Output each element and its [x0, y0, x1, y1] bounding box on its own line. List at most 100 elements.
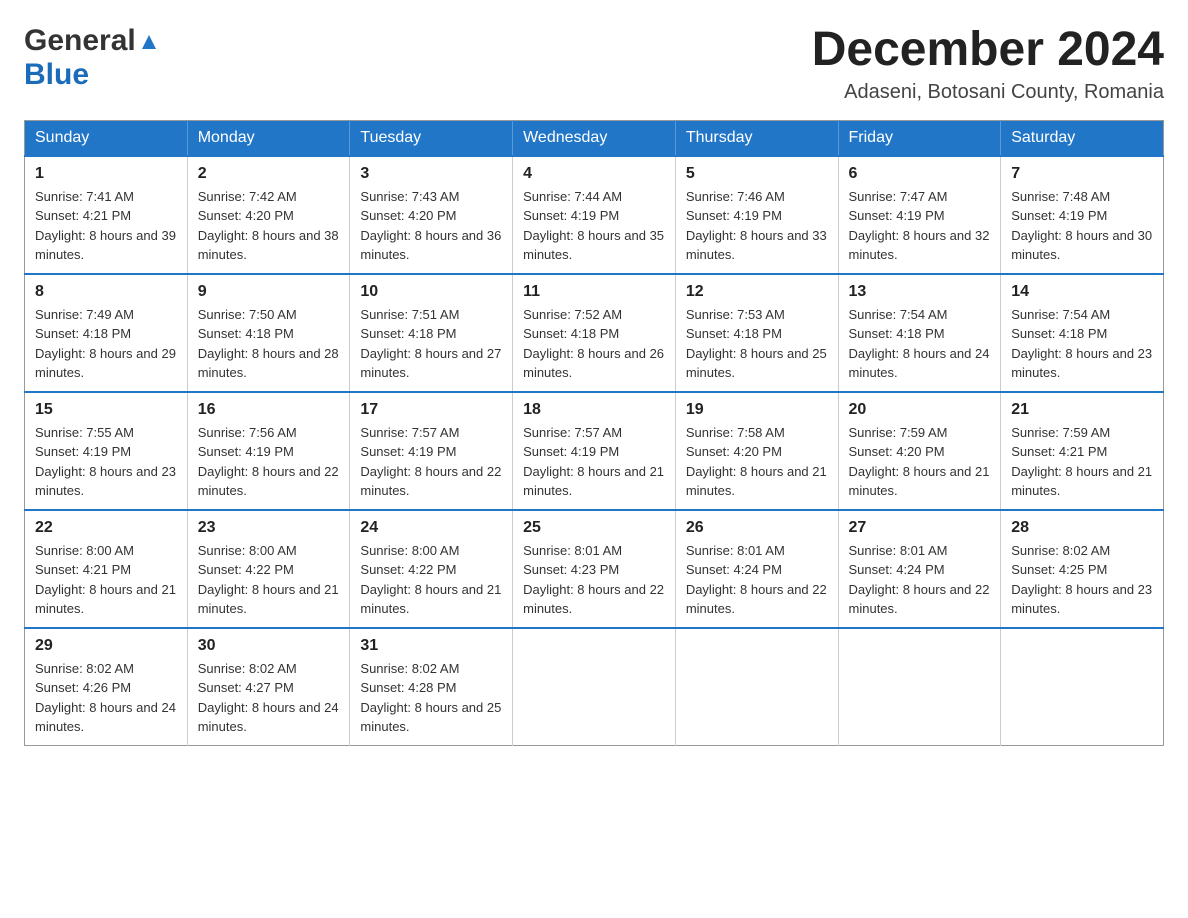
day-number: 29 — [35, 637, 177, 655]
daylight-label: Daylight: 8 hours and 22 minutes. — [849, 582, 990, 617]
day-number: 27 — [849, 519, 991, 537]
calendar-cell: 14 Sunrise: 7:54 AM Sunset: 4:18 PM Dayl… — [1001, 274, 1164, 392]
day-of-week-header-monday: Monday — [187, 120, 350, 156]
daylight-label: Daylight: 8 hours and 21 minutes. — [849, 464, 990, 499]
day-number: 7 — [1011, 165, 1153, 183]
calendar-cell: 1 Sunrise: 7:41 AM Sunset: 4:21 PM Dayli… — [25, 156, 188, 274]
day-info: Sunrise: 7:54 AM Sunset: 4:18 PM Dayligh… — [1011, 305, 1153, 383]
day-info: Sunrise: 7:48 AM Sunset: 4:19 PM Dayligh… — [1011, 187, 1153, 265]
day-number: 31 — [360, 637, 502, 655]
sunrise-label: Sunrise: 7:58 AM — [686, 425, 785, 440]
day-info: Sunrise: 8:02 AM Sunset: 4:27 PM Dayligh… — [198, 659, 340, 737]
calendar-header-row: SundayMondayTuesdayWednesdayThursdayFrid… — [25, 120, 1164, 156]
calendar-cell: 6 Sunrise: 7:47 AM Sunset: 4:19 PM Dayli… — [838, 156, 1001, 274]
daylight-label: Daylight: 8 hours and 25 minutes. — [360, 700, 501, 735]
sunset-label: Sunset: 4:18 PM — [360, 326, 456, 341]
daylight-label: Daylight: 8 hours and 36 minutes. — [360, 228, 501, 263]
sunset-label: Sunset: 4:19 PM — [523, 208, 619, 223]
calendar-cell: 25 Sunrise: 8:01 AM Sunset: 4:23 PM Dayl… — [513, 510, 676, 628]
day-number: 1 — [35, 165, 177, 183]
sunrise-label: Sunrise: 7:52 AM — [523, 307, 622, 322]
calendar-cell: 8 Sunrise: 7:49 AM Sunset: 4:18 PM Dayli… — [25, 274, 188, 392]
day-number: 17 — [360, 401, 502, 419]
calendar-cell: 18 Sunrise: 7:57 AM Sunset: 4:19 PM Dayl… — [513, 392, 676, 510]
sunrise-label: Sunrise: 8:02 AM — [35, 661, 134, 676]
calendar-week-row: 15 Sunrise: 7:55 AM Sunset: 4:19 PM Dayl… — [25, 392, 1164, 510]
sunrise-label: Sunrise: 8:02 AM — [198, 661, 297, 676]
sunset-label: Sunset: 4:20 PM — [686, 444, 782, 459]
calendar-cell — [1001, 628, 1164, 746]
daylight-label: Daylight: 8 hours and 21 minutes. — [360, 582, 501, 617]
calendar-table: SundayMondayTuesdayWednesdayThursdayFrid… — [24, 120, 1164, 746]
day-info: Sunrise: 8:02 AM Sunset: 4:28 PM Dayligh… — [360, 659, 502, 737]
sunrise-label: Sunrise: 7:59 AM — [849, 425, 948, 440]
day-number: 12 — [686, 283, 828, 301]
day-of-week-header-tuesday: Tuesday — [350, 120, 513, 156]
sunset-label: Sunset: 4:19 PM — [849, 208, 945, 223]
daylight-label: Daylight: 8 hours and 38 minutes. — [198, 228, 339, 263]
calendar-cell: 20 Sunrise: 7:59 AM Sunset: 4:20 PM Dayl… — [838, 392, 1001, 510]
daylight-label: Daylight: 8 hours and 21 minutes. — [35, 582, 176, 617]
logo-general-text: General — [24, 24, 136, 58]
sunrise-label: Sunrise: 8:01 AM — [686, 543, 785, 558]
daylight-label: Daylight: 8 hours and 21 minutes. — [686, 464, 827, 499]
day-info: Sunrise: 7:56 AM Sunset: 4:19 PM Dayligh… — [198, 423, 340, 501]
sunrise-label: Sunrise: 7:54 AM — [1011, 307, 1110, 322]
calendar-cell: 27 Sunrise: 8:01 AM Sunset: 4:24 PM Dayl… — [838, 510, 1001, 628]
month-title: December 2024 — [812, 24, 1164, 77]
sunrise-label: Sunrise: 8:02 AM — [1011, 543, 1110, 558]
daylight-label: Daylight: 8 hours and 27 minutes. — [360, 346, 501, 381]
sunset-label: Sunset: 4:21 PM — [35, 208, 131, 223]
sunrise-label: Sunrise: 7:49 AM — [35, 307, 134, 322]
daylight-label: Daylight: 8 hours and 35 minutes. — [523, 228, 664, 263]
day-info: Sunrise: 8:00 AM Sunset: 4:22 PM Dayligh… — [360, 541, 502, 619]
calendar-cell: 28 Sunrise: 8:02 AM Sunset: 4:25 PM Dayl… — [1001, 510, 1164, 628]
daylight-label: Daylight: 8 hours and 23 minutes. — [1011, 346, 1152, 381]
day-number: 13 — [849, 283, 991, 301]
sunset-label: Sunset: 4:25 PM — [1011, 562, 1107, 577]
day-info: Sunrise: 7:41 AM Sunset: 4:21 PM Dayligh… — [35, 187, 177, 265]
day-info: Sunrise: 7:44 AM Sunset: 4:19 PM Dayligh… — [523, 187, 665, 265]
sunset-label: Sunset: 4:18 PM — [1011, 326, 1107, 341]
daylight-label: Daylight: 8 hours and 22 minutes. — [523, 582, 664, 617]
day-info: Sunrise: 7:51 AM Sunset: 4:18 PM Dayligh… — [360, 305, 502, 383]
calendar-cell: 19 Sunrise: 7:58 AM Sunset: 4:20 PM Dayl… — [675, 392, 838, 510]
sunset-label: Sunset: 4:21 PM — [1011, 444, 1107, 459]
sunrise-label: Sunrise: 7:57 AM — [523, 425, 622, 440]
day-info: Sunrise: 7:47 AM Sunset: 4:19 PM Dayligh… — [849, 187, 991, 265]
daylight-label: Daylight: 8 hours and 33 minutes. — [686, 228, 827, 263]
sunset-label: Sunset: 4:28 PM — [360, 680, 456, 695]
daylight-label: Daylight: 8 hours and 32 minutes. — [849, 228, 990, 263]
day-info: Sunrise: 7:54 AM Sunset: 4:18 PM Dayligh… — [849, 305, 991, 383]
sunrise-label: Sunrise: 7:47 AM — [849, 189, 948, 204]
day-info: Sunrise: 7:43 AM Sunset: 4:20 PM Dayligh… — [360, 187, 502, 265]
day-number: 4 — [523, 165, 665, 183]
calendar-cell — [675, 628, 838, 746]
calendar-week-row: 29 Sunrise: 8:02 AM Sunset: 4:26 PM Dayl… — [25, 628, 1164, 746]
sunrise-label: Sunrise: 7:44 AM — [523, 189, 622, 204]
calendar-cell — [838, 628, 1001, 746]
day-of-week-header-thursday: Thursday — [675, 120, 838, 156]
day-of-week-header-friday: Friday — [838, 120, 1001, 156]
day-of-week-header-sunday: Sunday — [25, 120, 188, 156]
calendar-cell: 31 Sunrise: 8:02 AM Sunset: 4:28 PM Dayl… — [350, 628, 513, 746]
sunrise-label: Sunrise: 8:00 AM — [198, 543, 297, 558]
daylight-label: Daylight: 8 hours and 24 minutes. — [198, 700, 339, 735]
day-number: 24 — [360, 519, 502, 537]
day-number: 30 — [198, 637, 340, 655]
sunrise-label: Sunrise: 8:01 AM — [523, 543, 622, 558]
day-info: Sunrise: 8:01 AM Sunset: 4:24 PM Dayligh… — [849, 541, 991, 619]
daylight-label: Daylight: 8 hours and 23 minutes. — [35, 464, 176, 499]
daylight-label: Daylight: 8 hours and 30 minutes. — [1011, 228, 1152, 263]
day-number: 23 — [198, 519, 340, 537]
day-info: Sunrise: 8:02 AM Sunset: 4:25 PM Dayligh… — [1011, 541, 1153, 619]
calendar-cell: 15 Sunrise: 7:55 AM Sunset: 4:19 PM Dayl… — [25, 392, 188, 510]
day-number: 18 — [523, 401, 665, 419]
sunset-label: Sunset: 4:19 PM — [523, 444, 619, 459]
daylight-label: Daylight: 8 hours and 21 minutes. — [198, 582, 339, 617]
daylight-label: Daylight: 8 hours and 22 minutes. — [686, 582, 827, 617]
sunset-label: Sunset: 4:20 PM — [360, 208, 456, 223]
daylight-label: Daylight: 8 hours and 25 minutes. — [686, 346, 827, 381]
sunrise-label: Sunrise: 7:46 AM — [686, 189, 785, 204]
calendar-cell: 17 Sunrise: 7:57 AM Sunset: 4:19 PM Dayl… — [350, 392, 513, 510]
